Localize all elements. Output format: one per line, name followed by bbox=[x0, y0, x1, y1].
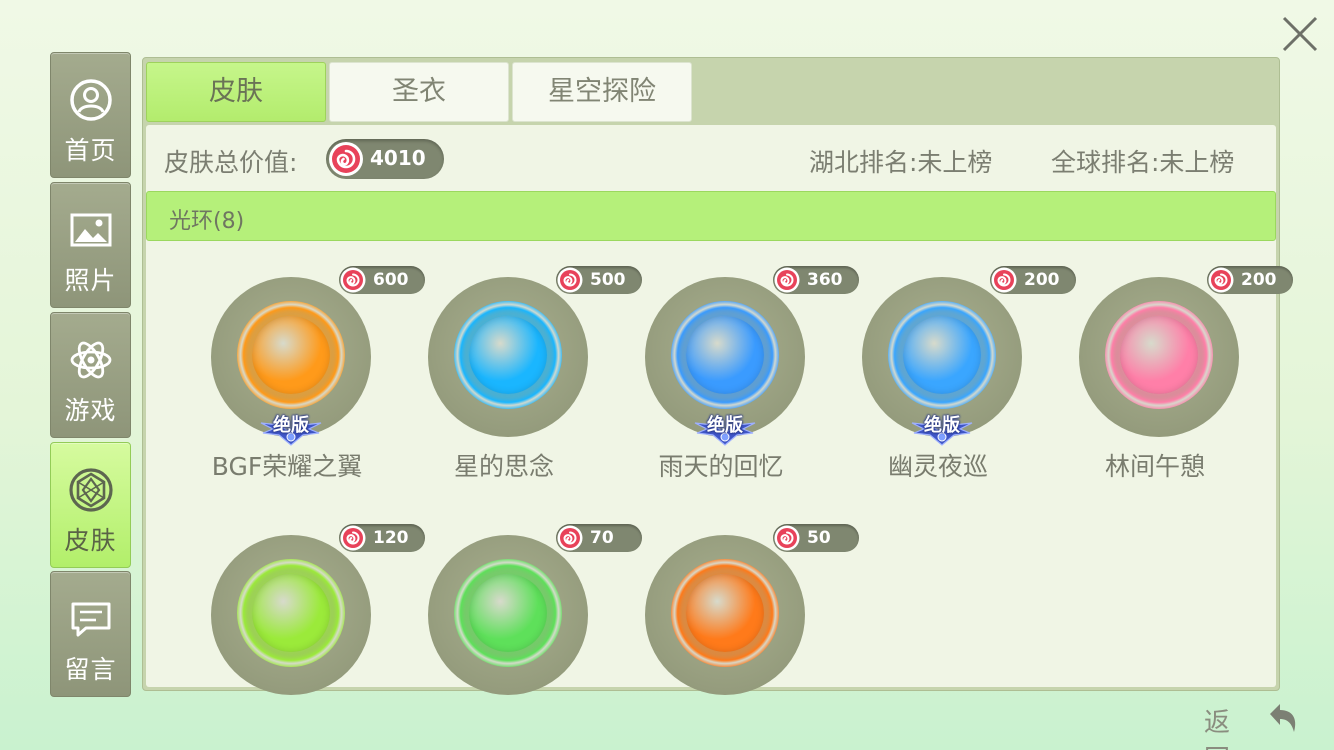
skin-item[interactable]: 200 林间午憩 bbox=[1047, 249, 1293, 481]
skin-name: 幽灵夜巡 bbox=[887, 452, 988, 481]
sidebar-item-skins[interactable]: 皮肤 bbox=[50, 442, 131, 568]
skin-item[interactable]: 500 星的思念 bbox=[396, 249, 642, 481]
skin-item[interactable]: 360 绝版 雨天的回忆 bbox=[613, 249, 859, 481]
price-value: 70 bbox=[590, 528, 614, 548]
sidebar-item-label: 首页 bbox=[64, 136, 117, 165]
total-value-badge: 4010 bbox=[326, 139, 444, 179]
profile-icon bbox=[70, 79, 112, 121]
price-value: 200 bbox=[1241, 270, 1277, 290]
limited-badge: 绝版 bbox=[691, 411, 759, 446]
price-value: 50 bbox=[807, 528, 831, 548]
sidebar-item-photos[interactable]: 照片 bbox=[50, 182, 131, 308]
back-label: 返回 bbox=[1204, 708, 1231, 750]
category-header[interactable]: 光环(8) bbox=[146, 191, 1276, 241]
skin-preview bbox=[469, 574, 547, 652]
skin-name: 雨天的回忆 bbox=[658, 452, 784, 481]
sidebar-item-label: 游戏 bbox=[64, 396, 117, 425]
candy-coin-icon bbox=[557, 267, 583, 293]
gem-icon bbox=[69, 468, 113, 512]
skins-panel: 皮肤 圣衣 星空探险 皮肤总价值: 4010 湖北排名:未上榜 全球排名:未上榜… bbox=[142, 57, 1293, 695]
limited-badge-text: 绝版 bbox=[273, 415, 309, 436]
total-value: 4010 bbox=[370, 146, 426, 170]
candy-coin-icon bbox=[557, 525, 583, 551]
sidebar-item-home[interactable]: 首页 bbox=[50, 52, 131, 178]
candy-coin-icon bbox=[774, 267, 800, 293]
tab-skins[interactable]: 皮肤 bbox=[146, 62, 326, 122]
back-arrow-icon bbox=[1270, 704, 1296, 732]
skins-content: 皮肤总价值: 4010 湖北排名:未上榜 全球排名:未上榜 光环(8) 600 绝… bbox=[146, 125, 1293, 695]
close-icon bbox=[1282, 16, 1318, 52]
sidebar-item-label: 照片 bbox=[64, 266, 117, 295]
photo-icon bbox=[70, 213, 112, 247]
candy-coin-icon bbox=[774, 525, 800, 551]
skin-preview bbox=[686, 574, 764, 652]
skin-preview bbox=[1120, 316, 1198, 394]
skin-item[interactable]: 120 bbox=[179, 507, 425, 737]
sidebar-item-messages[interactable]: 留言 bbox=[50, 571, 131, 697]
skin-name: 林间午憩 bbox=[1104, 452, 1205, 481]
candy-coin-icon bbox=[991, 267, 1017, 293]
skin-preview bbox=[252, 316, 330, 394]
price-badge: 50 bbox=[773, 524, 859, 552]
close-button[interactable] bbox=[1278, 12, 1322, 56]
region-rank: 湖北排名:未上榜 bbox=[809, 148, 993, 177]
skin-name: BGF荣耀之翼 bbox=[211, 452, 363, 481]
global-rank: 全球排名:未上榜 bbox=[1051, 148, 1235, 177]
candy-coin-icon bbox=[340, 525, 366, 551]
candy-coin-icon bbox=[340, 267, 366, 293]
skin-item[interactable]: 600 绝版 BGF荣耀之翼 bbox=[179, 249, 425, 481]
skin-item[interactable]: 70 bbox=[396, 507, 642, 737]
sidebar-item-label: 留言 bbox=[64, 655, 117, 684]
total-value-label: 皮肤总价值: bbox=[164, 148, 298, 177]
tab-armor[interactable]: 圣衣 bbox=[329, 62, 509, 122]
message-icon bbox=[71, 602, 111, 637]
candy-coin-icon bbox=[1208, 267, 1234, 293]
skin-preview bbox=[252, 574, 330, 652]
tab-star-adventure[interactable]: 星空探险 bbox=[512, 62, 692, 122]
skin-item[interactable]: 50 bbox=[613, 507, 859, 737]
limited-badge-text: 绝版 bbox=[707, 415, 743, 436]
candy-coin-icon bbox=[329, 142, 363, 176]
price-badge: 200 bbox=[1207, 266, 1293, 294]
skin-item[interactable]: 200 绝版 幽灵夜巡 bbox=[830, 249, 1076, 481]
sidebar-item-label: 皮肤 bbox=[64, 526, 117, 555]
sidebar-item-games[interactable]: 游戏 bbox=[50, 312, 131, 438]
limited-badge: 绝版 bbox=[257, 411, 325, 446]
category-label: 光环(8) bbox=[169, 209, 245, 234]
skin-preview bbox=[686, 316, 764, 394]
limited-badge: 绝版 bbox=[908, 411, 976, 446]
skin-name: 星的思念 bbox=[453, 452, 554, 481]
atom-icon bbox=[70, 341, 112, 379]
skin-preview bbox=[903, 316, 981, 394]
skin-preview bbox=[469, 316, 547, 394]
limited-badge-text: 绝版 bbox=[924, 415, 960, 436]
